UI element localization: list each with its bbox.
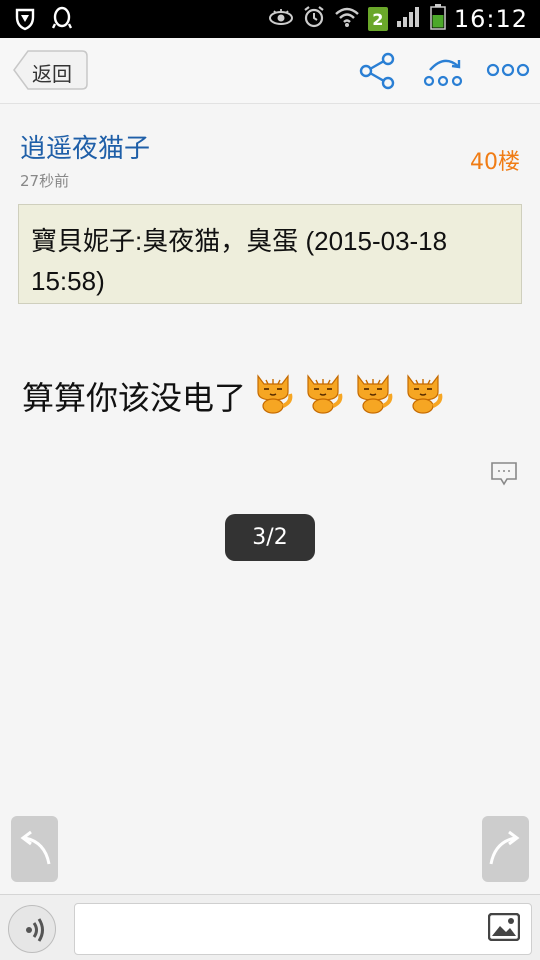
post-body-text: 算算你该没电了 — [22, 379, 247, 417]
more-icon[interactable] — [486, 60, 530, 84]
top-toolbar: 返回 — [0, 38, 540, 104]
cat-emoji-icon — [250, 370, 296, 422]
emoji-row — [246, 370, 446, 422]
quoted-reply: 寶貝妮子:臭夜猫，臭蛋 (2015-03-18 15:58) — [18, 204, 522, 304]
shield-icon — [14, 7, 36, 35]
voice-icon — [26, 918, 44, 942]
signal-icon — [396, 5, 422, 33]
status-bar: 2 16:12 — [0, 0, 540, 38]
author-name[interactable]: 逍遥夜猫子 — [20, 128, 150, 165]
page-indicator: 3/2 — [225, 514, 315, 561]
qq-penguin-icon — [51, 6, 73, 36]
alarm-icon — [302, 5, 326, 33]
next-page-button[interactable] — [482, 816, 529, 882]
post-time: 27秒前 — [20, 172, 70, 190]
floor-number: 40楼 — [470, 150, 520, 175]
cat-emoji-icon — [400, 370, 446, 422]
reply-input[interactable] — [74, 903, 532, 955]
arrow-back-icon — [20, 830, 51, 865]
voice-input-button[interactable] — [8, 905, 56, 953]
image-icon[interactable] — [487, 912, 521, 945]
arrow-forward-icon — [489, 830, 520, 865]
cat-emoji-icon — [350, 370, 396, 422]
back-button[interactable]: 返回 — [12, 50, 88, 90]
wifi-icon — [334, 6, 360, 32]
sim-badge: 2 — [367, 7, 388, 31]
clock-time: 16:12 — [453, 5, 528, 33]
previous-page-button[interactable] — [11, 816, 58, 882]
eye-icon — [268, 8, 294, 30]
comment-icon[interactable] — [490, 460, 518, 492]
battery-icon — [430, 4, 446, 34]
reply-bar — [0, 894, 540, 960]
share-icon[interactable] — [358, 52, 396, 94]
forward-icon[interactable] — [422, 52, 466, 94]
post-body: 算算你该没电了 — [22, 370, 446, 422]
cat-emoji-icon — [300, 370, 346, 422]
back-label: 返回 — [32, 62, 72, 86]
